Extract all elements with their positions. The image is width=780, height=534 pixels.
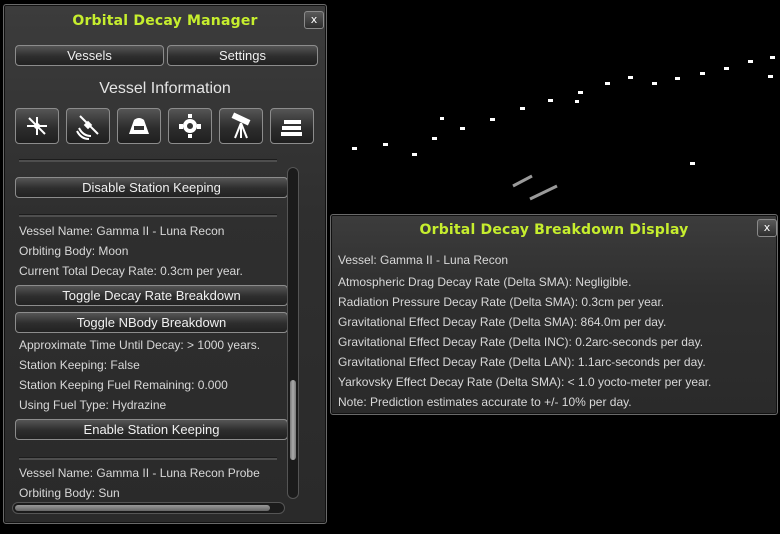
vessel-information-heading: Vessel Information bbox=[99, 80, 231, 97]
settings-tab-button[interactable]: Settings bbox=[167, 45, 318, 66]
book-stack-icon bbox=[281, 120, 302, 136]
breakdown-yarkovsky: Yarkovsky Effect Decay Rate (Delta SMA):… bbox=[338, 375, 712, 389]
vertical-scrollbar[interactable] bbox=[287, 167, 299, 499]
vessels-tab-button[interactable]: Vessels bbox=[15, 45, 164, 66]
orbital-decay-manager-window[interactable]: Orbital Decay Manager x Vessels Settings… bbox=[3, 4, 327, 524]
breakdown-gravitational-sma: Gravitational Effect Decay Rate (Delta S… bbox=[338, 315, 667, 329]
breakdown-vessel: Vessel: Gamma II - Luna Recon bbox=[338, 253, 509, 267]
vessel1-decay-rate: Current Total Decay Rate: 0.3cm per year… bbox=[19, 264, 243, 278]
vessel2-name: Vessel Name: Gamma II - Luna Recon Probe bbox=[19, 466, 260, 480]
horizontal-scrollbar-thumb[interactable] bbox=[15, 505, 270, 511]
filter-telescope-button[interactable] bbox=[219, 108, 263, 144]
vessel1-orbiting-body: Orbiting Body: Moon bbox=[19, 244, 129, 258]
enable-station-keeping-button[interactable]: Enable Station Keeping bbox=[15, 419, 288, 440]
breakdown-note: Note: Prediction estimates accurate to +… bbox=[338, 395, 632, 409]
vessel2-orbiting-body: Orbiting Body: Sun bbox=[19, 486, 120, 500]
manager-window-title: Orbital Decay Manager bbox=[72, 13, 258, 29]
breakdown-gravitational-inc: Gravitational Effect Decay Rate (Delta I… bbox=[338, 335, 704, 349]
telescope-icon bbox=[231, 112, 251, 139]
filter-relay-button[interactable] bbox=[66, 108, 110, 144]
breakdown-close-button[interactable]: x bbox=[757, 219, 777, 237]
vessel1-fuel-type: Using Fuel Type: Hydrazine bbox=[19, 398, 167, 412]
manager-close-button[interactable]: x bbox=[304, 11, 324, 29]
vessel1-time-until-decay: Approximate Time Until Decay: > 1000 yea… bbox=[19, 338, 261, 352]
vessel1-name: Vessel Name: Gamma II - Luna Recon bbox=[19, 224, 225, 238]
probe-core-icon bbox=[179, 114, 201, 138]
toggle-nbody-breakdown-button[interactable]: Toggle NBody Breakdown bbox=[15, 312, 288, 333]
capsule-icon bbox=[129, 118, 149, 134]
satellite-icon bbox=[27, 117, 47, 135]
breakdown-window-title: Orbital Decay Breakdown Display bbox=[419, 222, 689, 238]
breakdown-atmospheric-drag: Atmospheric Drag Decay Rate (Delta SMA):… bbox=[338, 275, 632, 289]
vessel1-fuel-remaining: Station Keeping Fuel Remaining: 0.000 bbox=[19, 378, 228, 392]
horizontal-scrollbar[interactable] bbox=[12, 502, 285, 514]
disable-station-keeping-button[interactable]: Disable Station Keeping bbox=[15, 177, 288, 198]
vertical-scrollbar-thumb[interactable] bbox=[290, 380, 296, 460]
satellite-dish-icon bbox=[76, 115, 99, 140]
toggle-decay-breakdown-button[interactable]: Toggle Decay Rate Breakdown bbox=[15, 285, 288, 306]
breakdown-radiation-pressure: Radiation Pressure Decay Rate (Delta SMA… bbox=[338, 295, 665, 309]
filter-debris-button[interactable] bbox=[270, 108, 314, 144]
filter-crewed-button[interactable] bbox=[117, 108, 161, 144]
vessel1-station-keeping: Station Keeping: False bbox=[19, 358, 140, 372]
list-separator bbox=[19, 457, 277, 460]
orbital-decay-breakdown-window[interactable]: Orbital Decay Breakdown Display x Vessel… bbox=[330, 214, 778, 415]
filter-satellite-button[interactable] bbox=[15, 108, 59, 144]
filter-probe-button[interactable] bbox=[168, 108, 212, 144]
list-separator bbox=[19, 159, 277, 162]
breakdown-gravitational-lan: Gravitational Effect Decay Rate (Delta L… bbox=[338, 355, 706, 369]
list-separator bbox=[19, 214, 277, 217]
